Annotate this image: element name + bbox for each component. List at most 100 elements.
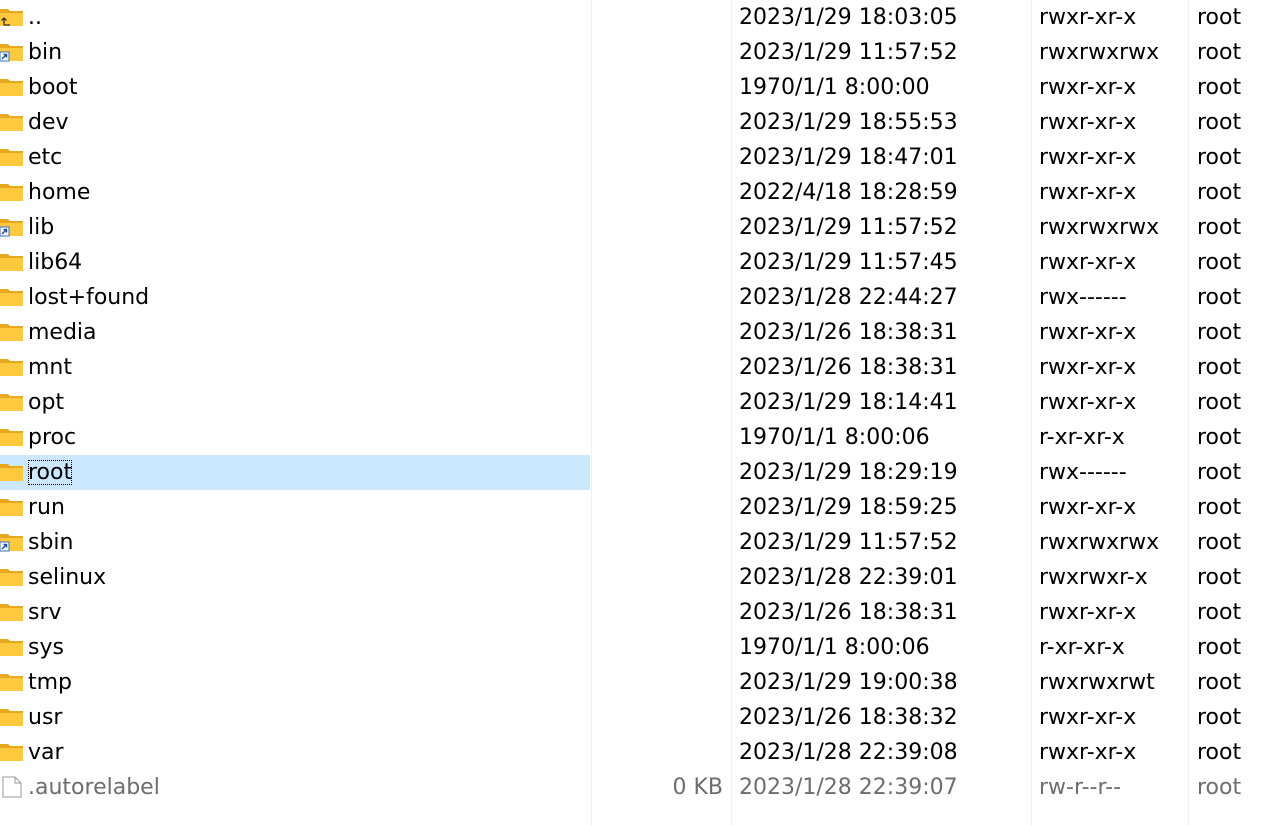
file-row[interactable]: sbin 2023/1/29 11:57:52 rwxrwxrwx root	[0, 525, 1274, 560]
file-permissions: rwxr-xr-x	[1039, 495, 1137, 520]
file-modified: 2023/1/29 11:57:52	[739, 40, 958, 65]
file-permissions: rwxr-xr-x	[1039, 600, 1137, 625]
file-icon	[2, 776, 22, 798]
file-permissions: rwxrwxr-x	[1039, 565, 1148, 590]
file-modified: 2023/1/29 18:47:01	[739, 145, 958, 170]
file-size	[600, 140, 723, 175]
file-permissions: rwxrwxrwx	[1039, 215, 1160, 240]
file-row[interactable]: root 2023/1/29 18:29:19 rwx------ root	[0, 455, 1274, 490]
file-row[interactable]: boot 1970/1/1 8:00:00 rwxr-xr-x root	[0, 70, 1274, 105]
file-name: lib	[28, 215, 55, 240]
file-modified: 2023/1/29 18:55:53	[739, 110, 958, 135]
file-row[interactable]: bin 2023/1/29 11:57:52 rwxrwxrwx root	[0, 35, 1274, 70]
folder-icon	[0, 394, 23, 411]
file-permissions: rwxr-xr-x	[1039, 320, 1137, 345]
file-row[interactable]: dev 2023/1/29 18:55:53 rwxr-xr-x root	[0, 105, 1274, 140]
file-row[interactable]: proc 1970/1/1 8:00:06 r-xr-xr-x root	[0, 420, 1274, 455]
file-size	[600, 455, 723, 490]
file-modified: 2023/1/26 18:38:31	[739, 600, 958, 625]
file-row[interactable]: lost+found 2023/1/28 22:44:27 rwx------ roo…	[0, 280, 1274, 315]
file-name: root	[28, 460, 73, 485]
file-permissions: rwxr-xr-x	[1039, 250, 1137, 275]
file-name: usr	[28, 705, 63, 730]
file-modified: 2023/1/29 18:03:05	[739, 5, 958, 30]
file-name: lib64	[28, 250, 83, 275]
file-row[interactable]: lib 2023/1/29 11:57:52 rwxrwxrwx root	[0, 210, 1274, 245]
file-size	[600, 315, 723, 350]
file-owner: root	[1197, 285, 1242, 310]
file-permissions: rwxr-xr-x	[1039, 390, 1137, 415]
file-name: lost+found	[28, 285, 150, 310]
file-row[interactable]: usr 2023/1/26 18:38:32 rwxr-xr-x root	[0, 700, 1274, 735]
file-name: mnt	[28, 355, 72, 380]
file-name: selinux	[28, 565, 107, 590]
file-row[interactable]: tmp 2023/1/29 19:00:38 rwxrwxrwt root	[0, 665, 1274, 700]
file-modified: 2023/1/29 11:57:52	[739, 530, 958, 555]
folder-icon	[0, 604, 23, 621]
file-row[interactable]: home 2022/4/18 18:28:59 rwxr-xr-x root	[0, 175, 1274, 210]
file-name: srv	[28, 600, 62, 625]
file-row[interactable]: media 2023/1/26 18:38:31 rwxr-xr-x root	[0, 315, 1274, 350]
file-size	[600, 595, 723, 630]
file-row[interactable]: etc 2023/1/29 18:47:01 rwxr-xr-x root	[0, 140, 1274, 175]
folder-shortcut-icon	[0, 534, 23, 552]
folder-icon	[0, 709, 23, 726]
file-owner: root	[1197, 635, 1242, 660]
file-rows: .. 2023/1/29 18:03:05 rwxr-xr-x root bin 2023…	[0, 0, 1274, 805]
file-owner: root	[1197, 145, 1242, 170]
file-modified: 2023/1/26 18:38:31	[739, 355, 958, 380]
file-modified: 1970/1/1 8:00:00	[739, 75, 930, 100]
file-row[interactable]: .. 2023/1/29 18:03:05 rwxr-xr-x root	[0, 0, 1274, 35]
file-modified: 2023/1/28 22:39:08	[739, 740, 958, 765]
file-size: 0 KB	[672, 775, 723, 800]
file-size	[600, 0, 723, 35]
file-modified: 2023/1/29 18:59:25	[739, 495, 958, 520]
file-size	[600, 350, 723, 385]
file-owner: root	[1197, 250, 1242, 275]
file-size	[600, 420, 723, 455]
file-permissions: rwxr-xr-x	[1039, 145, 1137, 170]
file-row[interactable]: var 2023/1/28 22:39:08 rwxr-xr-x root	[0, 735, 1274, 770]
file-row[interactable]: sys 1970/1/1 8:00:06 r-xr-xr-x root	[0, 630, 1274, 665]
file-name: opt	[28, 390, 65, 415]
folder-icon	[0, 464, 23, 481]
file-name: run	[28, 495, 65, 520]
file-modified: 2023/1/29 18:14:41	[739, 390, 958, 415]
file-permissions: rwxrwxrwx	[1039, 530, 1160, 555]
file-permissions: rwxr-xr-x	[1039, 75, 1137, 100]
file-owner: root	[1197, 530, 1242, 555]
file-modified: 2023/1/28 22:39:07	[739, 775, 958, 800]
file-permissions: r-xr-xr-x	[1039, 635, 1125, 660]
file-name: sbin	[28, 530, 74, 555]
folder-icon	[0, 184, 23, 201]
file-size	[600, 490, 723, 525]
file-name: .autorelabel	[28, 775, 160, 800]
file-name: ..	[28, 5, 42, 30]
file-owner: root	[1197, 5, 1242, 30]
file-owner: root	[1197, 355, 1242, 380]
file-owner: root	[1197, 495, 1242, 520]
file-owner: root	[1197, 75, 1242, 100]
file-name: etc	[28, 145, 63, 170]
file-row[interactable]: selinux 2023/1/28 22:39:01 rwxrwxr-x root	[0, 560, 1274, 595]
file-name: dev	[28, 110, 69, 135]
file-size	[600, 175, 723, 210]
folder-shortcut-icon	[0, 219, 23, 237]
file-owner: root	[1197, 460, 1242, 485]
file-row[interactable]: srv 2023/1/26 18:38:31 rwxr-xr-x root	[0, 595, 1274, 630]
file-row[interactable]: mnt 2023/1/26 18:38:31 rwxr-xr-x root	[0, 350, 1274, 385]
file-owner: root	[1197, 740, 1242, 765]
file-modified: 1970/1/1 8:00:06	[739, 425, 930, 450]
file-name: sys	[28, 635, 64, 660]
file-row[interactable]: lib64 2023/1/29 11:57:45 rwxr-xr-x root	[0, 245, 1274, 280]
file-list[interactable]: .. 2023/1/29 18:03:05 rwxr-xr-x root bin 2023…	[0, 0, 1274, 825]
file-row[interactable]: opt 2023/1/29 18:14:41 rwxr-xr-x root	[0, 385, 1274, 420]
file-row[interactable]: .autorelabel 0 KB 2023/1/28 22:39:07 rw-r--…	[0, 770, 1274, 805]
file-permissions: rwxr-xr-x	[1039, 110, 1137, 135]
file-modified: 2023/1/26 18:38:31	[739, 320, 958, 345]
file-row[interactable]: run 2023/1/29 18:59:25 rwxr-xr-x root	[0, 490, 1274, 525]
file-owner: root	[1197, 390, 1242, 415]
file-name: boot	[28, 75, 78, 100]
file-owner: root	[1197, 110, 1242, 135]
file-size	[600, 105, 723, 140]
